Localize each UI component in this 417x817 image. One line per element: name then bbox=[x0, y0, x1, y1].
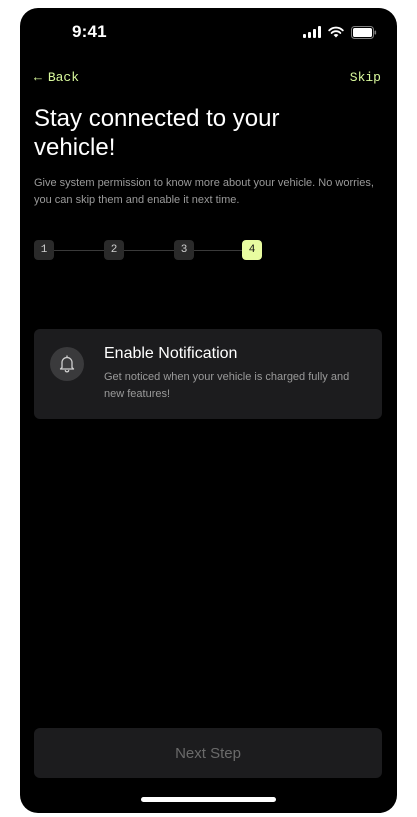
step-connector bbox=[54, 250, 104, 251]
page-title: Stay connected to your vehicle! bbox=[34, 105, 280, 161]
next-step-button[interactable]: Next Step bbox=[34, 728, 382, 778]
back-label: Back bbox=[47, 70, 80, 85]
step-connector bbox=[194, 250, 242, 251]
status-icons bbox=[303, 25, 377, 39]
enable-notification-card[interactable]: Enable Notification Get noticed when you… bbox=[34, 329, 382, 419]
step-2: 2 bbox=[104, 240, 124, 260]
status-bar: 9:41 bbox=[20, 8, 397, 52]
signal-icon bbox=[303, 26, 321, 38]
step-3: 3 bbox=[174, 240, 194, 260]
progress-stepper: 1 2 3 4 bbox=[34, 240, 274, 260]
step-connector bbox=[124, 250, 174, 251]
phone-screen: 9:41 ← Back Skip Stay connected to your … bbox=[20, 8, 397, 813]
skip-button[interactable]: Skip bbox=[350, 70, 381, 85]
page-subtitle: Give system permission to know more abou… bbox=[34, 177, 374, 206]
wifi-icon bbox=[328, 26, 344, 38]
battery-icon bbox=[351, 25, 377, 39]
status-time: 9:41 bbox=[72, 22, 107, 41]
home-indicator[interactable] bbox=[141, 797, 276, 802]
step-4: 4 bbox=[242, 240, 262, 260]
back-arrow-icon: ← bbox=[34, 70, 42, 85]
bell-icon bbox=[50, 347, 84, 381]
back-button[interactable]: ← Back bbox=[34, 70, 79, 85]
card-description: Get noticed when your vehicle is charged… bbox=[104, 371, 350, 400]
card-title: Enable Notification bbox=[104, 345, 238, 362]
step-1: 1 bbox=[34, 240, 54, 260]
